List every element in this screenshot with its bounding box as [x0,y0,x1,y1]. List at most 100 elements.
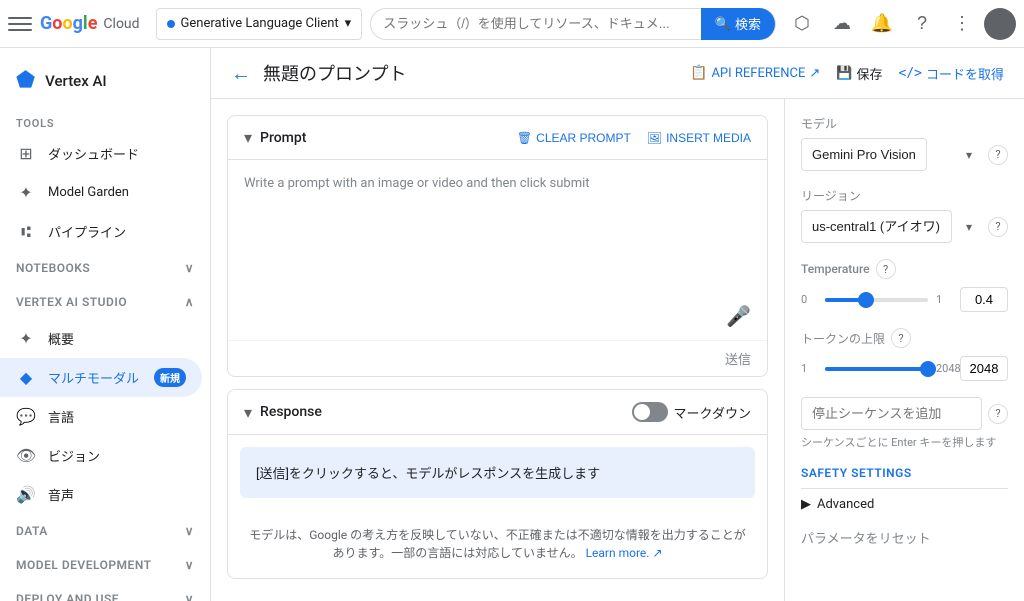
cloud-icon-btn[interactable]: ☁ [824,6,860,42]
prompt-collapse-icon[interactable]: ▾ [244,128,252,147]
temperature-slider[interactable] [825,298,928,302]
save-button[interactable]: 💾 保存 [836,64,882,83]
sidebar-item-overview[interactable]: ✦ 概要 [0,319,202,358]
response-collapse-icon[interactable]: ▾ [244,403,252,422]
code-icon: </> [899,66,922,81]
markdown-toggle-switch[interactable] [632,402,668,422]
deploy-label: DEPLOY AND USE [16,592,119,601]
model-garden-icon: ✦ [16,183,36,202]
reset-button[interactable]: パラメータをリセット [801,528,931,547]
api-reference-link[interactable]: 📋 API REFERENCE ↗ [690,65,820,81]
response-card: ▾ Response マークダウン [送信]をクリックすると、モデルがレスポンス… [227,389,768,579]
response-body: [送信]をクリックすると、モデルがレスポンスを生成します [240,447,755,498]
microphone-icon[interactable]: 🎤 [726,304,751,328]
code-label: コードを取得 [926,64,1004,83]
region-select-row: us-central1 (アイオワ) us-east1 europe-west1… [801,210,1008,243]
advanced-row[interactable]: ▶ Advanced [801,488,1008,520]
region-help-icon[interactable]: ? [988,217,1008,237]
model-dev-group[interactable]: MODEL DEVELOPMENT ∨ [0,548,210,582]
save-label: 保存 [856,64,882,83]
vertex-studio-chevron: ∧ [185,295,194,309]
media-icon: 🖼 [647,131,662,145]
prompt-card-title: Prompt [260,130,509,146]
markdown-toggle: マークダウン [632,402,751,422]
sidebar-item-vision[interactable]: 👁 ビジョン [0,436,202,475]
vertex-studio-group[interactable]: VERTEX AI STUDIO ∧ [0,285,210,319]
share-icon-btn[interactable]: ⬡ [784,6,820,42]
sidebar-item-model-garden[interactable]: ✦ Model Garden [0,173,202,212]
page-title: 無題のプロンプト [263,60,678,86]
google-cloud-logo[interactable]: Google Cloud [40,13,140,34]
search-button[interactable]: 🔍 検索 [701,8,775,40]
help-btn[interactable]: ? [904,6,940,42]
safety-settings-link[interactable]: SAFETY SETTINGS [801,466,1008,480]
token-min-label: 1 [801,362,817,375]
model-dev-chevron: ∨ [185,558,194,572]
insert-media-button[interactable]: 🖼 INSERT MEDIA [647,131,751,145]
api-ref-icon: 📋 [690,65,707,81]
markdown-toggle-label: マークダウン [674,403,751,422]
clear-prompt-label: CLEAR PROMPT [536,131,631,145]
prompt-body[interactable]: Write a prompt with an image or video an… [228,160,767,340]
region-field-label: リージョン [801,187,1008,204]
get-code-button[interactable]: </> コードを取得 [899,64,1005,83]
deploy-group[interactable]: DEPLOY AND USE ∨ [0,582,210,601]
sidebar-item-dashboard[interactable]: ⊞ ダッシュボード [0,134,202,173]
top-nav: Google Cloud Generative Language Client … [0,0,1024,48]
panel-area: ▾ Prompt 🗑 CLEAR PROMPT 🖼 INSERT MEDIA [211,99,1024,601]
learn-more-icon: ↗ [652,546,662,560]
nav-icons: ⬡ ☁ 🔔 ? ⋮ [784,6,1016,42]
project-selector[interactable]: Generative Language Client ▾ [156,8,363,40]
model-select[interactable]: Gemini Pro Vision Gemini Pro Gemini Ultr… [801,138,927,171]
clear-prompt-button[interactable]: 🗑 CLEAR PROMPT [517,131,631,145]
response-hint: [送信]をクリックすると、モデルがレスポンスを生成します [256,467,600,482]
layout: ⬟ Vertex AI TOOLS ⊞ ダッシュボード ✦ Model Gard… [0,48,1024,601]
temperature-value-input[interactable] [960,287,1008,312]
stop-sequence-input[interactable] [801,397,982,430]
stop-help-icon[interactable]: ? [988,404,1008,424]
search-input[interactable] [383,16,693,31]
response-card-title: Response [260,404,623,420]
learn-more-link[interactable]: Learn more. ↗ [586,546,663,560]
temperature-help-icon[interactable]: ? [876,259,896,279]
prompt-card-actions: 🗑 CLEAR PROMPT 🖼 INSERT MEDIA [517,131,751,145]
sidebar: ⬟ Vertex AI TOOLS ⊞ ダッシュボード ✦ Model Gard… [0,48,211,601]
token-label: トークンの上限 [801,330,885,347]
hamburger-menu[interactable] [8,12,32,36]
main-area: ← 無題のプロンプト 📋 API REFERENCE ↗ 💾 保存 </> コー… [211,48,1024,601]
temperature-field-group: Temperature ? 0 1 [801,259,1008,312]
sidebar-item-label: 音声 [48,485,186,504]
pipeline-icon: ⑆ [16,222,36,241]
token-slider[interactable] [825,367,928,371]
notifications-btn[interactable]: 🔔 [864,6,900,42]
region-select[interactable]: us-central1 (アイオワ) us-east1 europe-west1 [801,210,952,243]
save-icon: 💾 [836,65,852,81]
deploy-chevron: ∨ [185,592,194,601]
avatar[interactable] [984,8,1016,40]
header-actions: 📋 API REFERENCE ↗ 💾 保存 </> コードを取得 [690,64,1004,83]
sidebar-item-pipeline[interactable]: ⑆ パイプライン [0,212,202,251]
more-btn[interactable]: ⋮ [944,6,980,42]
notebooks-group[interactable]: NOTEBOOKS ∨ [0,251,210,285]
prompt-card: ▾ Prompt 🗑 CLEAR PROMPT 🖼 INSERT MEDIA [227,115,768,377]
data-label: DATA [16,524,48,538]
notebooks-label: NOTEBOOKS [16,261,90,275]
temperature-label: Temperature [801,262,870,276]
sidebar-logo: ⬟ Vertex AI [0,56,210,109]
model-select-wrapper: Gemini Pro Vision Gemini Pro Gemini Ultr… [801,138,982,171]
token-thumb [920,361,936,377]
search-bar: 🔍 検索 [370,8,776,40]
data-group[interactable]: DATA ∨ [0,514,210,548]
disclaimer-text: モデルは、Google の考え方を反映していない、不正確または不適切な情報を出力… [249,528,746,560]
overview-icon: ✦ [16,329,36,348]
token-value-input[interactable] [960,356,1008,381]
sidebar-item-language[interactable]: 💬 言語 [0,397,202,436]
send-button[interactable]: 送信 [725,349,751,368]
model-select-row: Gemini Pro Vision Gemini Pro Gemini Ultr… [801,138,1008,171]
model-help-icon[interactable]: ? [988,145,1008,165]
vertex-studio-label: VERTEX AI STUDIO [16,295,127,309]
sidebar-item-audio[interactable]: 🔊 音声 [0,475,202,514]
token-help-icon[interactable]: ? [891,328,911,348]
back-button[interactable]: ← [231,61,251,86]
sidebar-item-multimodal[interactable]: ◆ マルチモーダル 新規 [0,358,202,397]
